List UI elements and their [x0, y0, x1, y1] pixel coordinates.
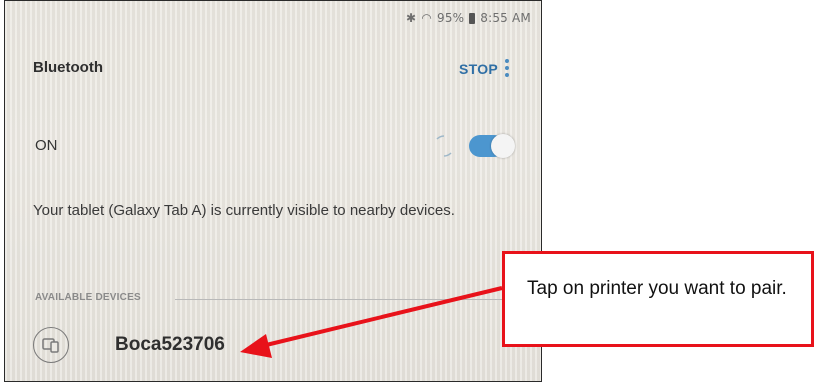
toggle-label: ON: [35, 137, 58, 154]
device-item-boca[interactable]: Boca523706: [21, 323, 521, 373]
status-time: 8:55 AM: [480, 11, 531, 25]
section-divider: [175, 299, 535, 300]
more-vertical-icon[interactable]: [499, 57, 515, 83]
status-bar: ✱ ◠ 95% 8:55 AM: [406, 9, 531, 27]
annotation-text: Tap on printer you want to pair.: [527, 278, 787, 299]
annotation-callout: Tap on printer you want to pair.: [502, 251, 814, 347]
wifi-icon: ◠: [421, 11, 432, 25]
scanning-spinner-icon: [436, 135, 452, 157]
page-title: Bluetooth: [33, 59, 103, 76]
device-name: Boca523706: [115, 334, 225, 355]
bluetooth-toggle-row[interactable]: ON: [5, 125, 541, 169]
battery-icon: [469, 12, 476, 24]
app-bar: Bluetooth STOP: [5, 51, 541, 91]
bluetooth-toggle-switch[interactable]: [467, 133, 515, 159]
toggle-thumb: [491, 134, 515, 158]
bluetooth-icon: ✱: [406, 11, 417, 25]
available-devices-header: AVAILABLE DEVICES: [35, 292, 141, 303]
screenshot-photo: ✱ ◠ 95% 8:55 AM Bluetooth STOP ON Your t…: [4, 0, 542, 382]
device-icon: [33, 327, 69, 363]
visibility-notice: Your tablet (Galaxy Tab A) is currently …: [33, 202, 455, 219]
battery-level: 95%: [436, 11, 465, 25]
stop-button[interactable]: STOP: [459, 61, 498, 77]
